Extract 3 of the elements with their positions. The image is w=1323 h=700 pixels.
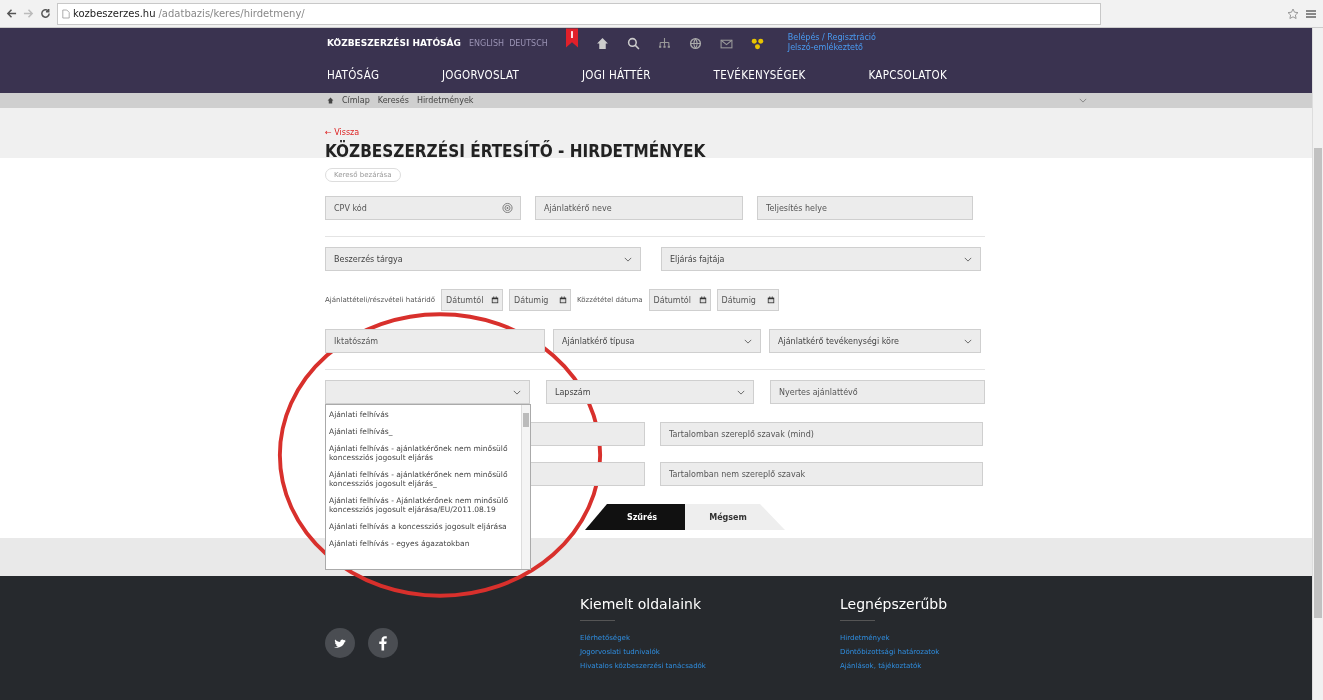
footer-heading: Kiemelt oldalaink <box>580 596 703 612</box>
footer-heading: Legnépszerűbb <box>840 596 949 612</box>
page-title: KÖZBESZERZÉSI ÉRTESÍTŐ - HIRDETMÉNYEK <box>325 141 707 161</box>
